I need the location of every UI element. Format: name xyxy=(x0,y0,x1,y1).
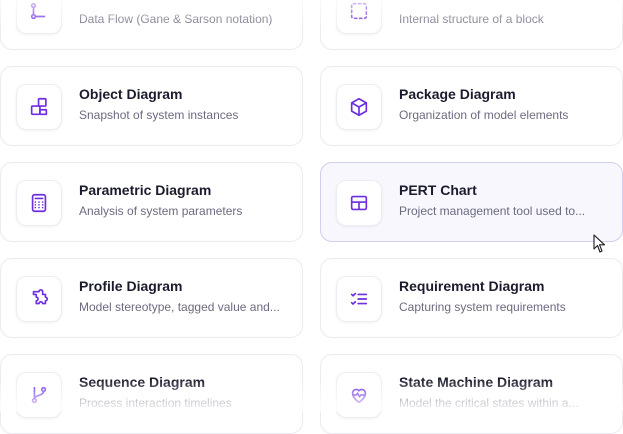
heart-pulse-icon xyxy=(351,388,367,404)
card-description: Project management tool used to... xyxy=(399,204,586,218)
card-title: Package Diagram xyxy=(399,86,516,102)
checklist-icon xyxy=(350,292,368,305)
puzzle-icon xyxy=(32,289,49,305)
mouse-cursor-icon xyxy=(593,234,606,253)
icon-container xyxy=(16,276,62,322)
card-title: Object Diagram xyxy=(79,86,183,102)
card-title: PERT Chart xyxy=(399,182,477,198)
card-title: Profile Diagram xyxy=(79,278,183,294)
card-description: Capturing system requirements xyxy=(399,300,566,314)
card-description: Snapshot of system instances xyxy=(79,108,239,122)
calculator-icon xyxy=(31,193,47,213)
card-package-diagram[interactable]: Package Diagram Organization of model el… xyxy=(320,66,623,146)
card-state-machine-diagram[interactable]: State Machine Diagram Model the critical… xyxy=(320,354,623,434)
card-description: Model the critical states within a... xyxy=(399,396,579,410)
icon-container xyxy=(336,372,382,418)
card-pert-chart[interactable]: PERT Chart Project management tool used … xyxy=(320,162,623,242)
card-requirement-diagram[interactable]: Requirement Diagram Capturing system req… xyxy=(320,258,623,338)
card-title: Requirement Diagram xyxy=(399,278,545,294)
card-data-flow-diagram[interactable]: Data Flow (Gane & Sarson notation) xyxy=(0,0,303,50)
shapes-icon xyxy=(30,97,48,116)
icon-container xyxy=(16,180,62,226)
card-profile-diagram[interactable]: Profile Diagram Model stereotype, tagged… xyxy=(0,258,303,338)
card-description: Analysis of system parameters xyxy=(79,204,243,218)
card-object-diagram[interactable]: Object Diagram Snapshot of system instan… xyxy=(0,66,303,146)
card-description: Internal structure of a block xyxy=(399,12,544,26)
card-title: Sequence Diagram xyxy=(79,374,206,390)
icon-container xyxy=(336,0,382,34)
data-flow-icon xyxy=(30,2,46,20)
card-description: Organization of model elements xyxy=(399,108,569,122)
internal-block-icon xyxy=(350,2,368,20)
layout-panel-icon xyxy=(350,195,368,211)
icon-container xyxy=(16,84,62,130)
card-internal-block-diagram[interactable]: Internal structure of a block xyxy=(320,0,623,50)
icon-container xyxy=(16,0,62,34)
icon-container xyxy=(16,372,62,418)
card-description: Model stereotype, tagged value and... xyxy=(79,300,280,314)
card-sequence-diagram[interactable]: Sequence Diagram Process interaction tim… xyxy=(0,354,303,434)
card-title: State Machine Diagram xyxy=(399,374,554,390)
package-icon xyxy=(350,97,368,117)
icon-container xyxy=(336,84,382,130)
git-branch-icon xyxy=(31,386,47,404)
card-description: Process interaction timelines xyxy=(79,396,232,410)
card-parametric-diagram[interactable]: Parametric Diagram Analysis of system pa… xyxy=(0,162,303,242)
icon-container xyxy=(336,180,382,226)
icon-container xyxy=(336,276,382,322)
card-title: Parametric Diagram xyxy=(79,182,212,198)
card-description: Data Flow (Gane & Sarson notation) xyxy=(79,12,273,26)
